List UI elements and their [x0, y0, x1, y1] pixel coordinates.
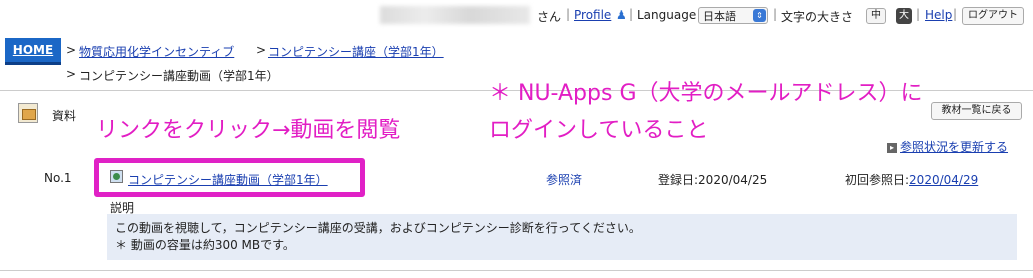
refresh-status-link[interactable]: 参照状況を更新する	[900, 140, 1008, 154]
view-status: 参照済	[546, 173, 583, 187]
breadcrumb-arrow: >	[66, 43, 77, 57]
breadcrumb-arrow: >	[66, 67, 77, 81]
description-box: この動画を視聴して，コンピテンシー講座の受講，およびコンピテンシー診断を行ってく…	[107, 214, 1017, 260]
annotation-click-instruction: リンクをクリック→動画を閲覧	[96, 118, 401, 143]
description-line: この動画を視聴して，コンピテンシー講座の受講，およびコンピテンシー診断を行ってく…	[115, 221, 641, 235]
breadcrumb-current: コンピテンシー講座動画（学部1年）	[79, 69, 279, 83]
divider	[0, 270, 1033, 271]
video-material-link[interactable]: コンピテンシー講座動画（学部1年）	[128, 171, 328, 188]
logout-button[interactable]: ログアウト	[962, 7, 1024, 25]
materials-folder-icon	[18, 103, 38, 123]
refresh-arrow-icon: ▸	[887, 142, 897, 153]
refresh-status[interactable]: ▸ 参照状況を更新する	[887, 138, 1008, 155]
separator: |	[773, 7, 778, 21]
video-file-icon	[110, 170, 123, 183]
back-to-materials-button[interactable]: 教材一覧に戻る	[931, 102, 1022, 120]
description-line: ＊ 動画の容量は約300 MBです。	[115, 238, 295, 252]
profile-link[interactable]: Profile	[574, 8, 611, 22]
first-reference-label: 初回参照日:	[845, 173, 910, 187]
select-arrow-icon: ⇕	[753, 9, 766, 22]
language-select[interactable]: 日本語 ⇕	[698, 7, 768, 24]
language-label: Language	[637, 8, 697, 22]
language-select-value: 日本語	[703, 10, 736, 23]
top-bar: さん | Profile ♟ | Language 日本語 ⇕ | 文字の大きさ…	[0, 0, 1033, 32]
row-number: No.1	[44, 171, 72, 185]
registered-date: 登録日:2020/04/25	[658, 173, 768, 187]
home-button[interactable]: HOME	[5, 38, 61, 65]
help-link[interactable]: Help	[925, 8, 952, 22]
annotation-login-line2: ログインしていること	[489, 118, 709, 143]
breadcrumb-arrow: >	[256, 43, 267, 57]
breadcrumb-course-group[interactable]: 物質応用化学インセンティブ	[79, 43, 234, 60]
user-name-blurred	[380, 6, 530, 24]
font-size-medium-button[interactable]: 中	[866, 8, 886, 24]
user-suffix: さん	[537, 10, 562, 24]
first-reference-date: 初回参照日:2020/04/29	[845, 171, 978, 188]
font-size-label: 文字の大きさ	[781, 10, 854, 24]
separator: |	[629, 7, 634, 21]
person-icon: ♟	[616, 8, 627, 22]
separator: |	[566, 7, 571, 21]
separator: |	[916, 7, 921, 21]
materials-label: 資料	[52, 109, 77, 123]
separator: |	[953, 7, 958, 21]
annotation-login-line1: ＊ NU-Apps G（大学のメールアドレス）に	[489, 81, 923, 106]
first-reference-date-link[interactable]: 2020/04/29	[909, 173, 978, 187]
breadcrumb-course[interactable]: コンピテンシー講座（学部1年）	[268, 43, 444, 60]
font-size-large-button[interactable]: 大	[896, 8, 912, 24]
